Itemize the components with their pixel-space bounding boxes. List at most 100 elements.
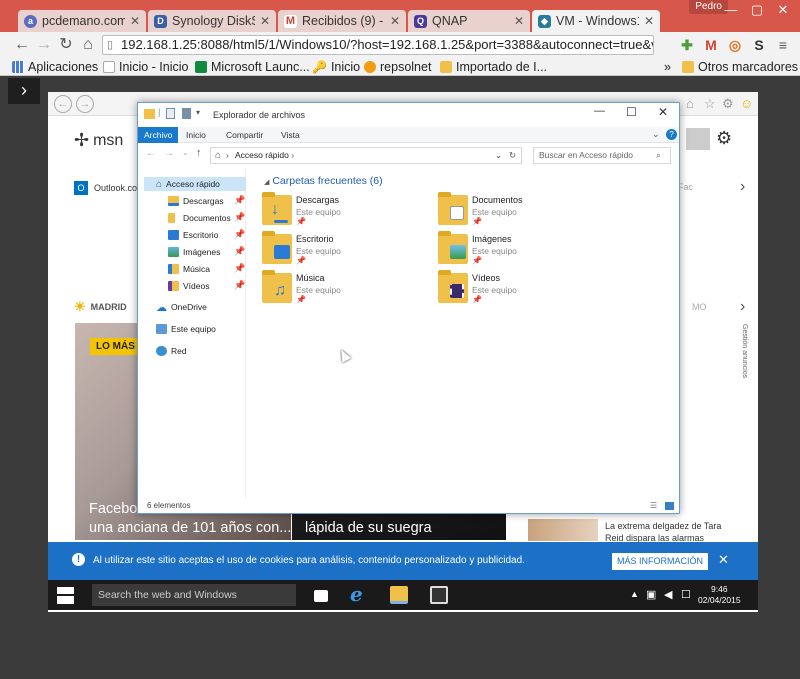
folder-tile-documentos[interactable]: Documentos Este equipo 📌: [438, 192, 613, 229]
browser-tab-pcdemano[interactable]: a pcdemano.com S ✕: [18, 10, 146, 32]
more-info-button[interactable]: MÁS INFORMACIÓN: [612, 553, 708, 570]
explorer-address-bar[interactable]: ⌂ › Acceso rápido › ⌄ ↻: [210, 147, 522, 164]
pin-icon[interactable]: 📌: [234, 195, 245, 206]
up-arrow-icon[interactable]: ↑: [196, 147, 202, 159]
browser-tab-synology[interactable]: D Synology DiskSta ✕: [148, 10, 276, 32]
nav-item-imagenes[interactable]: Imágenes: [168, 245, 220, 259]
close-tab-icon[interactable]: ✕: [130, 14, 140, 28]
bookmark-inicio[interactable]: 🔑 Inicio: [312, 58, 360, 76]
extension-adblock-icon[interactable]: ✚: [678, 36, 696, 54]
tab-compartir[interactable]: Compartir: [220, 127, 269, 143]
taskbar-search-input[interactable]: Search the web and Windows: [92, 584, 296, 606]
bookmark-microsoft-launch[interactable]: Microsoft Launc...: [195, 58, 310, 76]
msn-logo[interactable]: ✢ msn: [74, 130, 123, 151]
tab-vista[interactable]: Vista: [275, 127, 306, 143]
ie-forward-icon[interactable]: →: [76, 95, 94, 113]
explorer-close-icon[interactable]: ✕: [658, 105, 668, 119]
home-icon[interactable]: ⌂: [78, 35, 98, 55]
minimize-window-icon[interactable]: —: [718, 0, 744, 20]
side-story-thumbnail[interactable]: [528, 519, 598, 541]
address-dropdown-icon[interactable]: ⌄: [495, 148, 502, 163]
address-bar[interactable]: ▯ 192.168.1.25:8088/html5/1/Windows10/?h…: [102, 35, 654, 55]
folder-tile-musica[interactable]: ♫ Música Este equipo 📌: [262, 270, 437, 307]
back-icon[interactable]: ←: [12, 35, 32, 55]
section-header-frequent-folders[interactable]: ◢ Carpetas frecuentes (6): [264, 175, 383, 187]
nav-item-videos[interactable]: Vídeos: [168, 279, 209, 293]
customize-qat-icon[interactable]: ▾: [196, 108, 200, 117]
nav-item-documentos[interactable]: Documentos: [168, 211, 231, 225]
extension-orange-icon[interactable]: ◎: [726, 36, 744, 54]
show-hidden-icons-icon[interactable]: ▲: [630, 589, 639, 599]
recent-locations-icon[interactable]: ⌄: [182, 148, 189, 157]
news-headline-2[interactable]: lápida de su suegra: [305, 519, 432, 538]
task-view-icon[interactable]: [314, 590, 328, 602]
gear-icon[interactable]: ⚙: [716, 128, 732, 149]
ad-choices-label[interactable]: Gestión anuncios: [734, 324, 748, 404]
nav-item-musica[interactable]: Música: [168, 262, 210, 276]
explorer-maximize-icon[interactable]: ☐: [626, 105, 637, 119]
close-tab-icon[interactable]: ✕: [260, 14, 270, 28]
new-folder-icon[interactable]: [182, 108, 191, 119]
internet-explorer-icon[interactable]: e: [350, 582, 363, 606]
nav-item-onedrive[interactable]: ☁ OneDrive: [156, 300, 207, 314]
explorer-minimize-icon[interactable]: —: [594, 105, 605, 117]
refresh-icon[interactable]: ↻: [509, 148, 516, 163]
bookmark-apps[interactable]: Aplicaciones: [12, 58, 98, 76]
explorer-forward-icon[interactable]: →: [164, 148, 174, 159]
chevron-right-icon[interactable]: ›: [740, 298, 745, 316]
ie-back-icon[interactable]: ←: [54, 95, 72, 113]
help-icon[interactable]: ?: [666, 129, 677, 140]
file-explorer-taskbar-icon[interactable]: [390, 586, 408, 604]
bookmark-inicio-inicio[interactable]: Inicio - Inicio: [103, 58, 188, 76]
folder-tile-imagenes[interactable]: Imágenes Este equipo 📌: [438, 231, 613, 268]
browser-tab-qnap[interactable]: Q QNAP ✕: [408, 10, 530, 32]
close-window-icon[interactable]: ✕: [770, 0, 796, 20]
close-tab-icon[interactable]: ✕: [514, 14, 524, 28]
ie-home-icon[interactable]: ⌂: [686, 96, 694, 111]
bookmark-folder-otros[interactable]: Otros marcadores: [682, 58, 798, 76]
chrome-menu-icon[interactable]: ≡: [774, 36, 792, 54]
windows-start-icon[interactable]: [57, 587, 74, 604]
side-story-headline[interactable]: La extrema delgadez de Tara Reid dispara…: [605, 520, 735, 542]
action-center-icon[interactable]: ☐: [681, 588, 691, 601]
extension-gmail-icon[interactable]: M: [702, 36, 720, 54]
tab-archivo[interactable]: Archivo: [138, 127, 179, 143]
more-link[interactable]: MO: [692, 302, 707, 312]
close-icon[interactable]: ✕: [718, 552, 729, 568]
nav-item-este-equipo[interactable]: Este equipo: [156, 322, 216, 336]
extension-s-icon[interactable]: S: [750, 36, 768, 54]
close-tab-icon[interactable]: ✕: [644, 14, 654, 28]
bookmark-repsolnet[interactable]: repsolnet: [364, 58, 431, 76]
taskbar-clock[interactable]: 9:46 02/04/2015: [698, 584, 741, 606]
large-icons-view-icon[interactable]: [665, 502, 674, 510]
network-tray-icon[interactable]: ▣: [646, 588, 656, 601]
forward-icon[interactable]: →: [34, 35, 54, 55]
facebook-link[interactable]: Fac: [678, 182, 693, 192]
pin-icon[interactable]: 📌: [234, 280, 245, 291]
properties-icon[interactable]: [166, 108, 175, 119]
ie-favorites-icon[interactable]: ☆: [704, 96, 716, 112]
outlook-link[interactable]: O Outlook.co: [74, 181, 137, 195]
nav-item-descargas[interactable]: Descargas: [168, 194, 224, 208]
breadcrumb-acceso-rapido[interactable]: Acceso rápido: [235, 150, 289, 160]
bookmark-folder-importado[interactable]: Importado de I...: [440, 58, 547, 76]
volume-icon[interactable]: ◀: [664, 588, 672, 601]
avatar[interactable]: [686, 128, 710, 150]
nav-item-escritorio[interactable]: Escritorio: [168, 228, 218, 242]
nav-item-acceso-rapido[interactable]: ⌂ Acceso rápido: [144, 177, 246, 191]
weather-widget[interactable]: ☀ MADRID: [74, 299, 127, 315]
chevron-right-icon[interactable]: ›: [740, 178, 745, 196]
ie-smiley-icon[interactable]: ☺: [740, 96, 753, 111]
close-tab-icon[interactable]: ✕: [390, 14, 400, 28]
tab-inicio[interactable]: Inicio: [180, 127, 212, 143]
folder-tile-videos[interactable]: Vídeos Este equipo 📌: [438, 270, 613, 307]
browser-tab-vm[interactable]: ◆ VM - Windows1C ✕: [532, 10, 660, 32]
reload-icon[interactable]: ↻: [56, 35, 76, 55]
browser-tab-gmail[interactable]: M Recibidos (9) - p ✕: [278, 10, 406, 32]
details-view-icon[interactable]: ☰: [650, 499, 657, 513]
expand-ribbon-icon[interactable]: ⌄: [652, 129, 660, 140]
pin-icon[interactable]: 📌: [234, 229, 245, 240]
explorer-back-icon[interactable]: ←: [146, 148, 156, 159]
bookmarks-overflow[interactable]: »: [664, 58, 671, 76]
remote-sidebar-toggle[interactable]: ›: [8, 78, 40, 104]
